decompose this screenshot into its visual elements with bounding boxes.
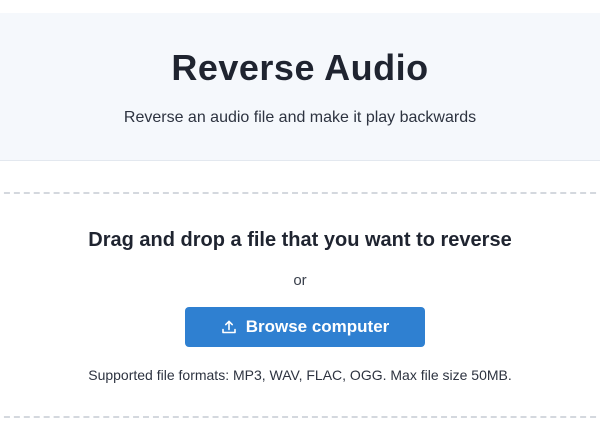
hero-section: Reverse Audio Reverse an audio file and … — [0, 13, 600, 161]
page-title: Reverse Audio — [171, 47, 429, 88]
dropzone-prompt: Drag and drop a file that you want to re… — [88, 229, 512, 251]
or-separator: or — [293, 272, 307, 289]
browse-computer-button[interactable]: Browse computer — [185, 307, 425, 347]
page-subtitle: Reverse an audio file and make it play b… — [123, 109, 477, 126]
file-dropzone[interactable] — [0, 192, 600, 418]
supported-formats-note: Supported file formats: MP3, WAV, FLAC, … — [88, 367, 512, 383]
browse-computer-label: Browse computer — [245, 317, 390, 336]
top-strip — [0, 0, 600, 13]
upload-icon — [221, 319, 237, 335]
